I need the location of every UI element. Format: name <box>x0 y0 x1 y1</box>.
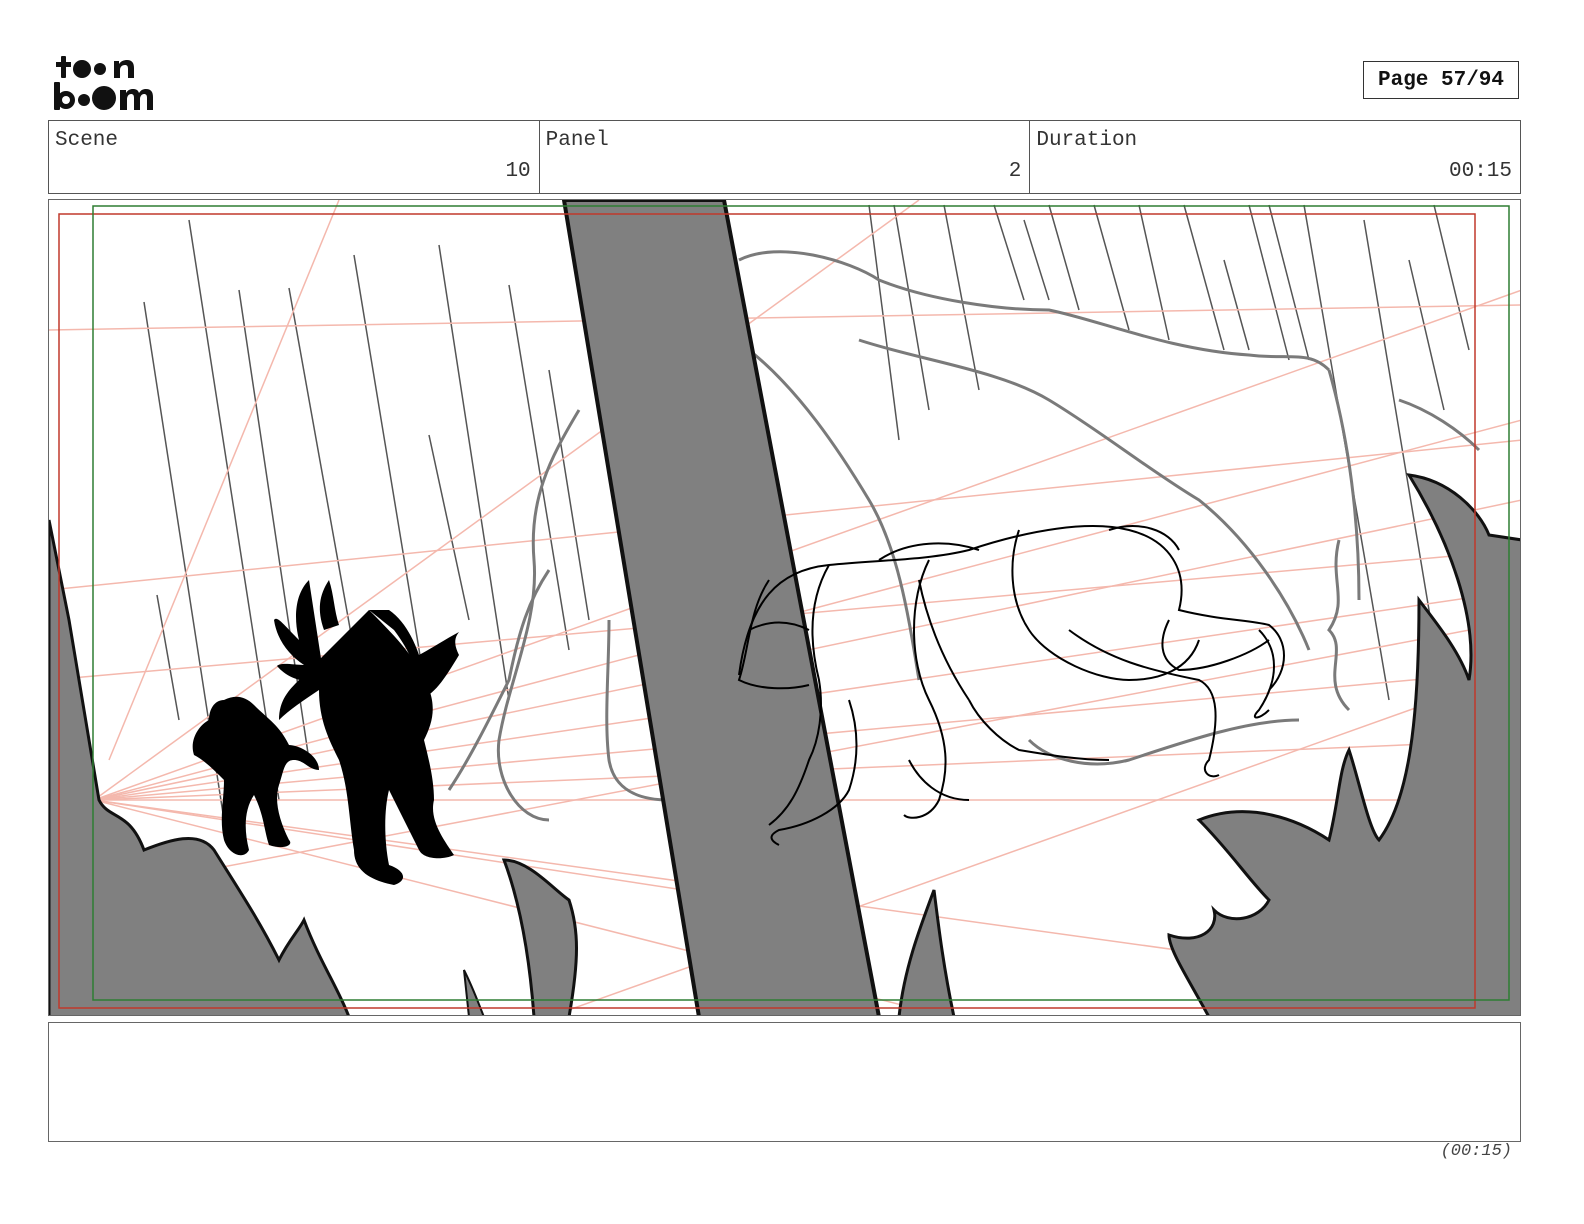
toon-boom-logo <box>54 56 153 110</box>
storyboard-panel <box>48 199 1521 1016</box>
panel-label: Panel <box>545 129 609 152</box>
duration-label: Duration <box>1036 129 1138 152</box>
scene-label: Scene <box>55 129 119 152</box>
panel-info-header: Scene 10 Panel 2 Duration 00:15 <box>48 120 1521 194</box>
panel-value: 2 <box>1008 160 1022 183</box>
panel-cell: Panel 2 <box>540 121 1031 193</box>
page-number: Page 57/94 <box>1363 61 1519 99</box>
footer-duration: (00:15) <box>1440 1142 1512 1161</box>
scene-cell: Scene 10 <box>49 121 540 193</box>
duration-value: 00:15 <box>1449 160 1513 183</box>
duration-cell: Duration 00:15 <box>1030 121 1520 193</box>
panel-notes <box>48 1022 1521 1142</box>
scene-value: 10 <box>505 160 531 183</box>
storyboard-sketch-image <box>49 200 1520 1015</box>
